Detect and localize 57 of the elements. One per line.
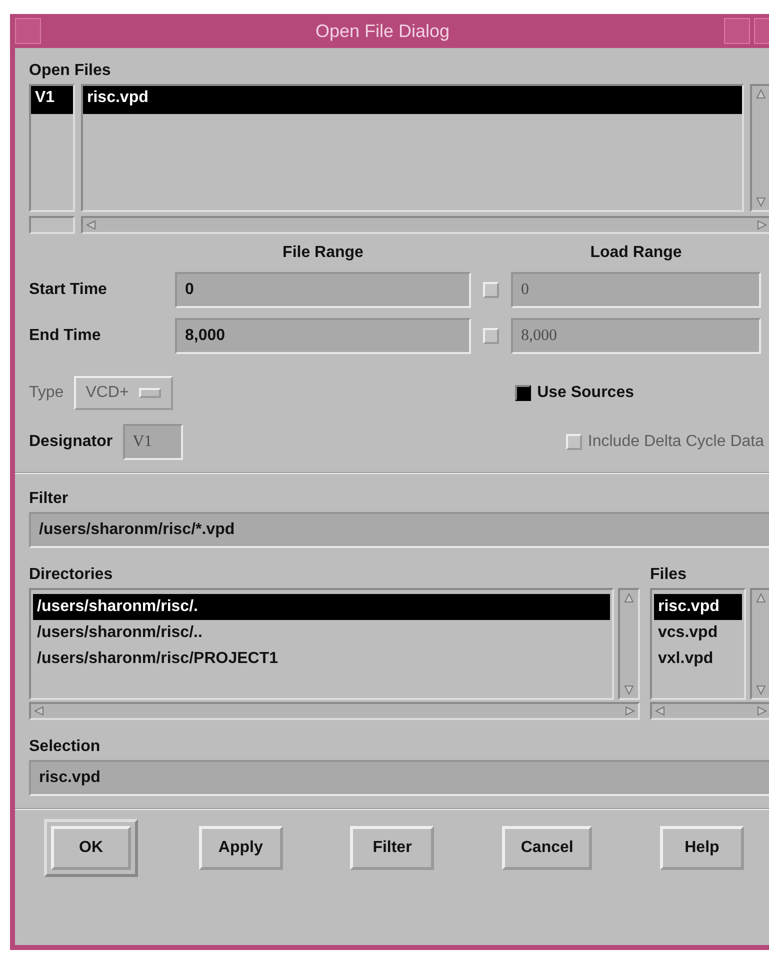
list-item[interactable]: vxl.vpd — [654, 646, 742, 672]
section-label: Open Files — [29, 61, 112, 81]
checkbox-label: Include Delta Cycle Data — [588, 433, 764, 451]
dialog-button[interactable]: Filter — [350, 826, 434, 870]
horizontal-scrollbar[interactable] — [650, 702, 769, 720]
arrow-left-icon[interactable] — [654, 705, 666, 717]
input-field[interactable]: risc.vpd — [29, 760, 769, 796]
list-item[interactable]: /users/sharonm/risc/. — [33, 594, 610, 620]
arrow-left-icon[interactable] — [33, 705, 45, 717]
column-header: Load Range — [589, 244, 683, 262]
arrow-down-icon[interactable] — [755, 196, 767, 208]
dialog-button[interactable]: Apply — [198, 826, 283, 870]
field-label: Designator — [29, 433, 113, 451]
horizontal-scrollbar[interactable] — [81, 216, 769, 234]
designator-list[interactable]: V1 — [29, 84, 75, 212]
vertical-scrollbar[interactable] — [750, 588, 769, 700]
input-field[interactable]: 8,000 — [175, 318, 471, 354]
checkbox-label: Use Sources — [537, 384, 634, 402]
column-header: File Range — [282, 244, 364, 262]
list-item[interactable]: risc.vpd — [83, 86, 742, 114]
vertical-scrollbar[interactable] — [750, 84, 769, 212]
window-menu-button[interactable] — [15, 18, 41, 44]
list-item[interactable]: V1 — [31, 86, 73, 114]
horizontal-scrollbar[interactable] — [29, 702, 640, 720]
arrow-left-icon[interactable] — [85, 219, 97, 231]
arrow-right-icon[interactable] — [624, 705, 636, 717]
arrow-up-icon[interactable] — [623, 592, 635, 604]
input-field[interactable]: V1 — [122, 424, 183, 460]
window-title: Open File Dialog — [314, 20, 451, 42]
field-label: Type — [29, 384, 64, 402]
arrow-right-icon[interactable] — [756, 219, 768, 231]
field-label: End Time — [29, 327, 102, 345]
list-label: Directories — [29, 565, 114, 585]
arrow-down-icon[interactable] — [623, 684, 635, 696]
arrow-up-icon[interactable] — [755, 592, 767, 604]
scrollbar-stub — [29, 216, 75, 234]
arrow-right-icon[interactable] — [756, 705, 768, 717]
field-label: Selection — [29, 737, 102, 757]
open-files-list[interactable]: risc.vpd — [81, 84, 744, 212]
vertical-scrollbar[interactable] — [618, 588, 640, 700]
dialog-button[interactable]: Help — [660, 826, 744, 870]
list-item[interactable]: /users/sharonm/risc/PROJECT1 — [33, 646, 610, 672]
arrow-up-icon[interactable] — [755, 88, 767, 100]
arrow-down-icon[interactable] — [755, 684, 767, 696]
input-field[interactable]: /users/sharonm/risc/*.vpd — [29, 512, 769, 548]
field-label: Filter — [29, 489, 70, 509]
list-item[interactable]: risc.vpd — [654, 594, 742, 620]
dialog-button[interactable]: Cancel — [502, 826, 592, 870]
list-item[interactable]: /users/sharonm/risc/.. — [33, 620, 610, 646]
directories-list[interactable]: /users/sharonm/risc/. /users/sharonm/risc/.. /users/sharonm/risc/PROJECT1 — [29, 588, 614, 700]
input-field[interactable]: 0 — [175, 272, 471, 308]
checkbox[interactable] — [515, 385, 532, 401]
files-list[interactable]: risc.vpd vcs.vpd vxl.vpd — [650, 588, 746, 700]
list-item[interactable]: vcs.vpd — [654, 620, 742, 646]
field-label: Start Time — [29, 281, 108, 299]
minimize-button[interactable] — [724, 18, 750, 44]
list-label: Files — [650, 565, 688, 585]
